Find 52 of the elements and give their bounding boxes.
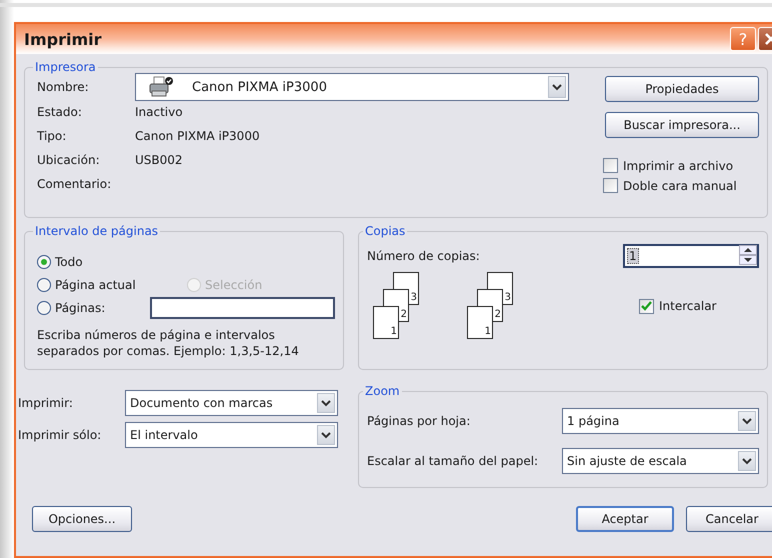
- dropdown[interactable]: 1 página: [562, 408, 759, 434]
- dropdown-value: Documento con marcas: [129, 396, 274, 410]
- checkbox-option[interactable]: Imprimir a archivo: [603, 158, 759, 173]
- field-label: Tipo:: [37, 129, 68, 143]
- field-value: USB002: [135, 153, 183, 167]
- field-label: Número de copias:: [367, 249, 480, 263]
- dialog-button[interactable]: Aceptar: [576, 506, 674, 532]
- dropdown-value: El intervalo: [129, 428, 199, 442]
- checkbox[interactable]: [639, 298, 654, 314]
- group-legend: Intervalo de páginas: [33, 224, 160, 238]
- window-title: Imprimir: [24, 30, 102, 48]
- checkbox[interactable]: [603, 158, 618, 173]
- dropdown[interactable]: Sin ajuste de escala: [562, 448, 759, 474]
- hint-text: Escriba números de página e intervalos separados por comas. Ejemplo: 1,3,5-12,14: [37, 327, 300, 359]
- radio-option[interactable]: Página actual: [37, 278, 187, 292]
- field-value: Inactivo: [135, 105, 183, 119]
- printer-dropdown[interactable]: Canon PIXMA iP3000: [135, 73, 569, 101]
- field-value: Canon PIXMA iP3000: [135, 129, 260, 143]
- collate-checkbox-option[interactable]: Intercalar: [639, 298, 716, 314]
- dialog-button[interactable]: Buscar impresora...: [605, 112, 759, 138]
- field-label: Páginas por hoja:: [367, 414, 472, 428]
- field-label: Imprimir sólo:: [18, 428, 102, 442]
- field-label: Imprimir:: [18, 396, 74, 410]
- checkbox[interactable]: [603, 178, 618, 193]
- radio-option[interactable]: Páginas:: [37, 300, 158, 314]
- field-label: Estado:: [37, 105, 83, 119]
- spin-arrows-icon[interactable]: [739, 244, 757, 268]
- dialog-button[interactable]: Cancelar: [686, 506, 772, 532]
- group-legend: Zoom: [363, 384, 402, 398]
- dropdown-value: Sin ajuste de escala: [566, 454, 688, 468]
- radio-button[interactable]: [37, 254, 51, 268]
- field-label: Nombre:: [37, 80, 90, 94]
- group-legend: Impresora: [33, 60, 98, 74]
- checkbox-option[interactable]: Doble cara manual: [603, 178, 759, 193]
- copies-spinner[interactable]: 1: [623, 244, 759, 268]
- dropdown[interactable]: El intervalo: [125, 422, 338, 448]
- pages-input-field[interactable]: [150, 296, 335, 318]
- collate-pages-drawing: 3 2 1: [463, 272, 517, 340]
- collate-pages-drawing: 3 2 1: [369, 272, 423, 340]
- field-label: Escalar al tamaño del papel:: [367, 454, 540, 468]
- dropdown-value: 1 página: [566, 414, 620, 428]
- dialog-button[interactable]: Propiedades: [605, 76, 759, 102]
- group-legend: Copias: [363, 224, 408, 238]
- dialog-button[interactable]: Opciones...: [32, 506, 132, 532]
- radio-button[interactable]: [37, 300, 51, 314]
- field-label: Comentario:: [37, 177, 112, 191]
- radio-button[interactable]: [37, 278, 51, 292]
- printer-icon: [148, 76, 174, 98]
- dropdown[interactable]: Documento con marcas: [125, 390, 338, 416]
- printer-name: Canon PIXMA iP3000: [191, 80, 328, 94]
- field-label: Ubicación:: [37, 153, 101, 167]
- radio-option[interactable]: Todo: [37, 254, 83, 268]
